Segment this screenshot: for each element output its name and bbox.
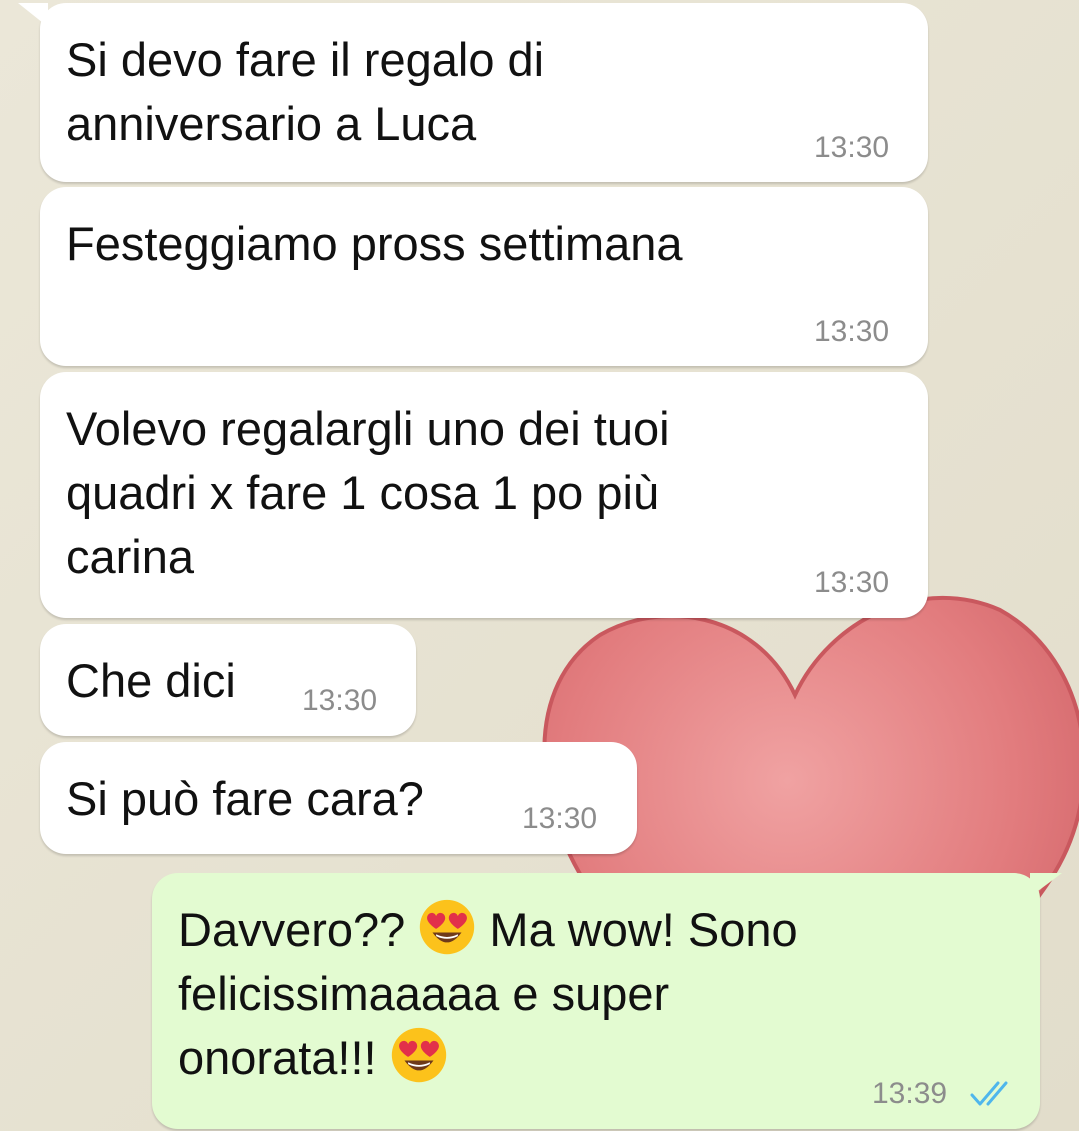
message-text-line: onorata!!! [178, 1031, 377, 1084]
message-text: Si devo fare il regalo di anniversario a… [66, 33, 545, 150]
message-text-line: Ma wow! Sono [489, 903, 798, 956]
message-timestamp: 13:30 [522, 802, 598, 835]
message-bubble-outgoing[interactable]: Davvero?? Ma wow! Sono felicissimaaaaa e… [152, 873, 1062, 1129]
bubble-tail [18, 3, 48, 27]
message-timestamp: 13:30 [814, 566, 890, 599]
message-text-line: Davvero?? [178, 903, 406, 956]
message-text: Si può fare cara? [66, 772, 424, 825]
message-text-line: felicissimaaaaa e super [178, 967, 670, 1020]
message-text: Che dici [66, 654, 236, 707]
message-text: Davvero?? Ma wow! Sono felicissimaaaaa e… [178, 898, 798, 1090]
message-bubble[interactable]: Volevo regalargli uno dei tuoi quadri x … [40, 372, 928, 618]
message-text: Volevo regalargli uno dei tuoi quadri x … [66, 402, 670, 583]
message-bubble[interactable]: Che dici 13:30 [40, 624, 416, 736]
message-bubble[interactable]: Festeggiamo pross settimana 13:30 [40, 187, 928, 366]
message-timestamp: 13:39 [872, 1077, 948, 1110]
message-timestamp: 13:30 [814, 131, 890, 164]
double-check-icon [970, 1081, 1008, 1106]
message-bubble[interactable]: Si devo fare il regalo di anniversario a… [18, 3, 928, 182]
heart-eyes-emoji-icon [391, 1027, 446, 1083]
message-timestamp: 13:30 [814, 315, 890, 348]
bubble-tail [1030, 873, 1062, 897]
message-bubble[interactable]: Si può fare cara? 13:30 [40, 742, 637, 854]
message-timestamp: 13:30 [302, 684, 378, 717]
message-text: Festeggiamo pross settimana [66, 217, 683, 270]
heart-eyes-emoji-icon [420, 899, 475, 955]
